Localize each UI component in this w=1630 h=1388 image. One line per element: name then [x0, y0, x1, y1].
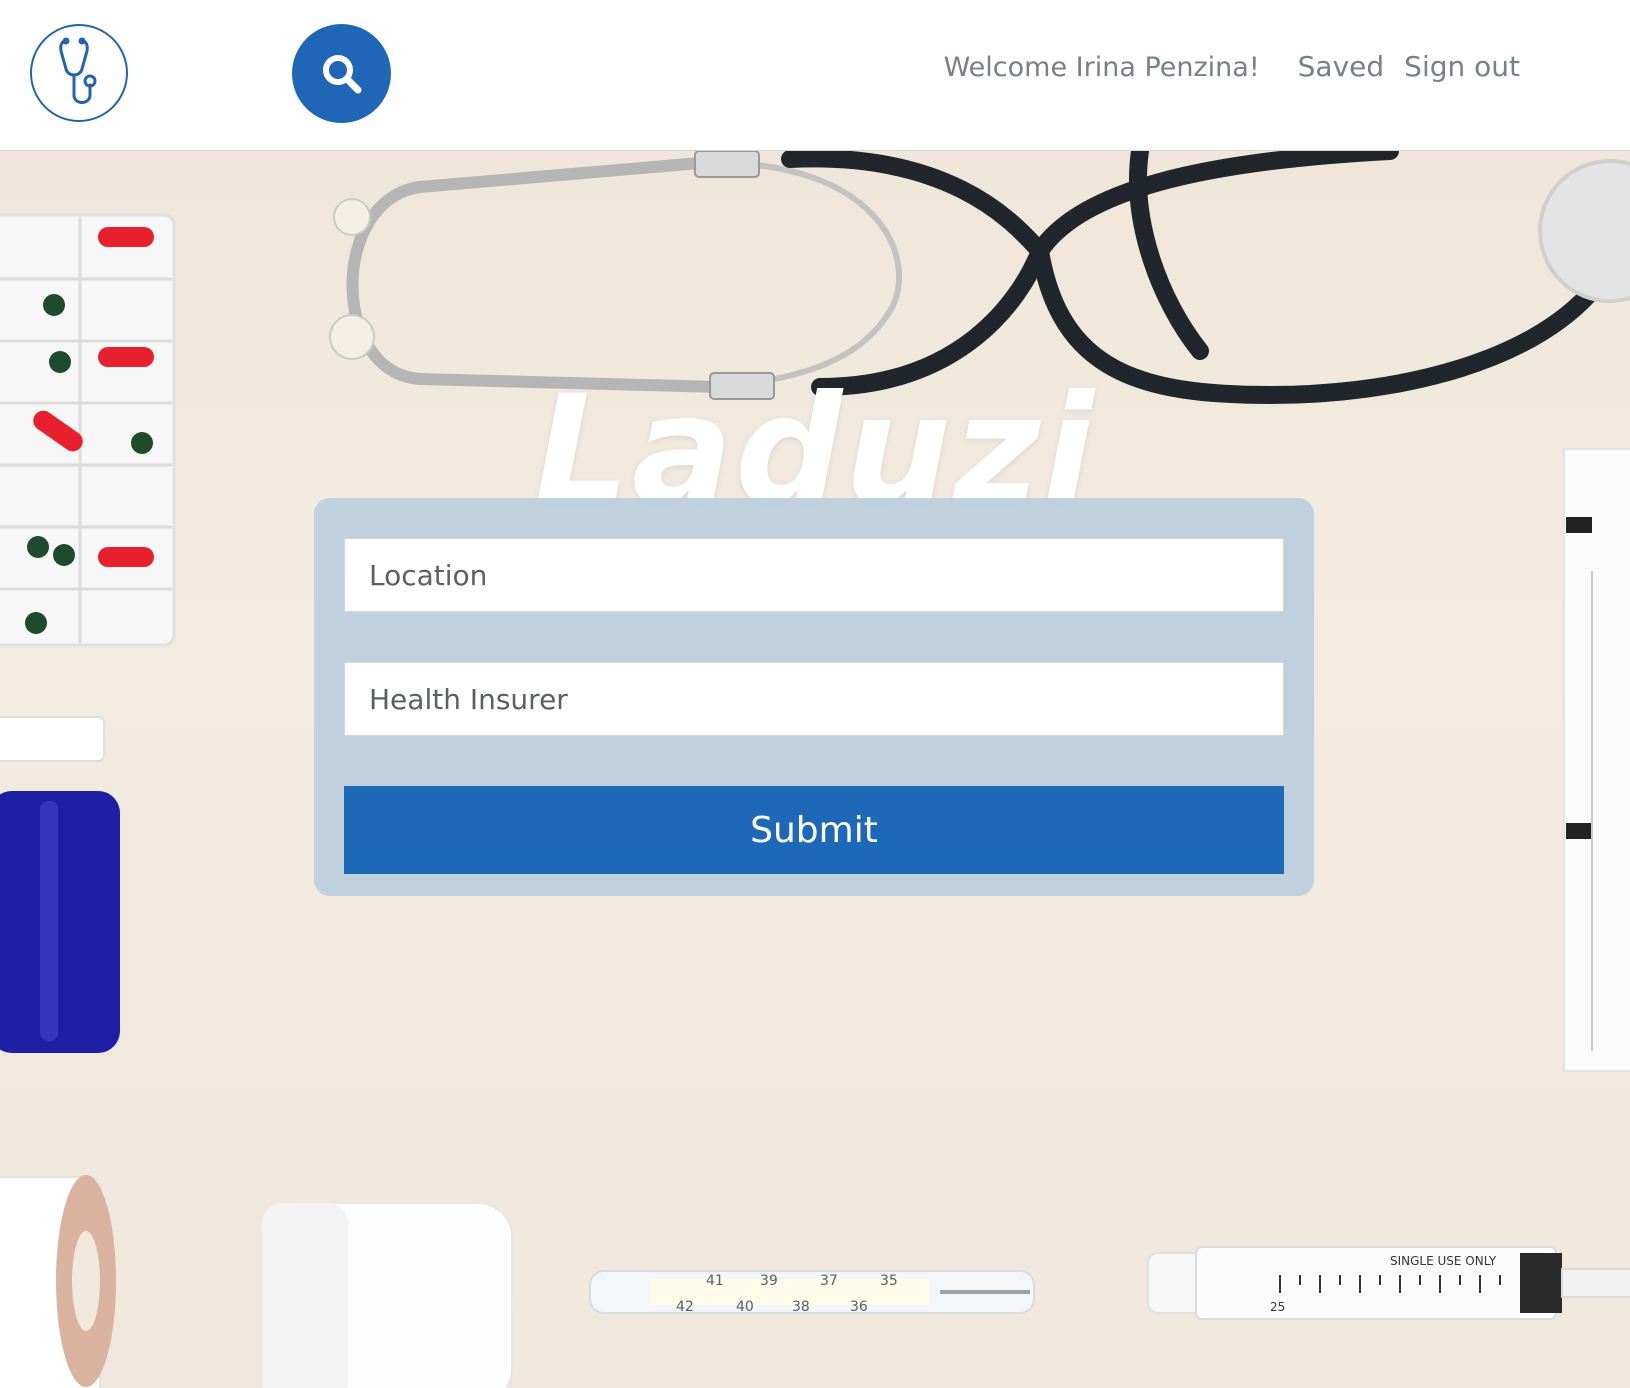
welcome-text: Welcome Irina Penzina!: [943, 52, 1260, 83]
thermometer-label-41: 41: [706, 1273, 724, 1289]
location-input[interactable]: [344, 538, 1284, 612]
search-button[interactable]: [292, 24, 391, 123]
thermometer-label-40: 40: [736, 1299, 754, 1315]
health-insurer-input[interactable]: [344, 662, 1284, 736]
thermometer-label-37: 37: [820, 1273, 838, 1289]
submit-button[interactable]: Submit: [344, 786, 1284, 874]
thermometer-label-36: 36: [850, 1299, 868, 1315]
thermometer-label-39: 39: [760, 1273, 778, 1289]
stethoscope-icon: [59, 37, 97, 104]
search-icon: [322, 54, 361, 93]
syringe-label: SINGLE USE ONLY: [1390, 1254, 1497, 1268]
white-bottle-image: [261, 1202, 513, 1388]
pill-bottle-image: [0, 716, 120, 1053]
page: Welcome Irina Penzina! Saved Sign out 35…: [0, 0, 1630, 1388]
thermometer-label-38: 38: [792, 1299, 810, 1315]
user-nav: Welcome Irina Penzina! Saved Sign out: [944, 50, 1520, 83]
thermometer-image: 35 37 39 41 36 38 40 42: [589, 1270, 1035, 1315]
thermometer-label-35: 35: [880, 1273, 898, 1289]
stethoscope-image: [329, 151, 1630, 405]
tape-roll-image: [0, 1175, 116, 1388]
home-logo-button[interactable]: [30, 24, 128, 122]
search-form-panel: Submit: [314, 498, 1314, 896]
syringe-image: SINGLE USE ONLY 25: [1147, 1246, 1630, 1320]
syringe-scale-label: 25: [1270, 1300, 1285, 1314]
thermometer-label-42: 42: [676, 1299, 694, 1315]
sign-out-link[interactable]: Sign out: [1404, 50, 1520, 83]
top-navbar: Welcome Irina Penzina! Saved Sign out: [0, 0, 1630, 151]
ecg-strip-image: [1563, 448, 1630, 1072]
saved-link[interactable]: Saved: [1298, 50, 1385, 83]
